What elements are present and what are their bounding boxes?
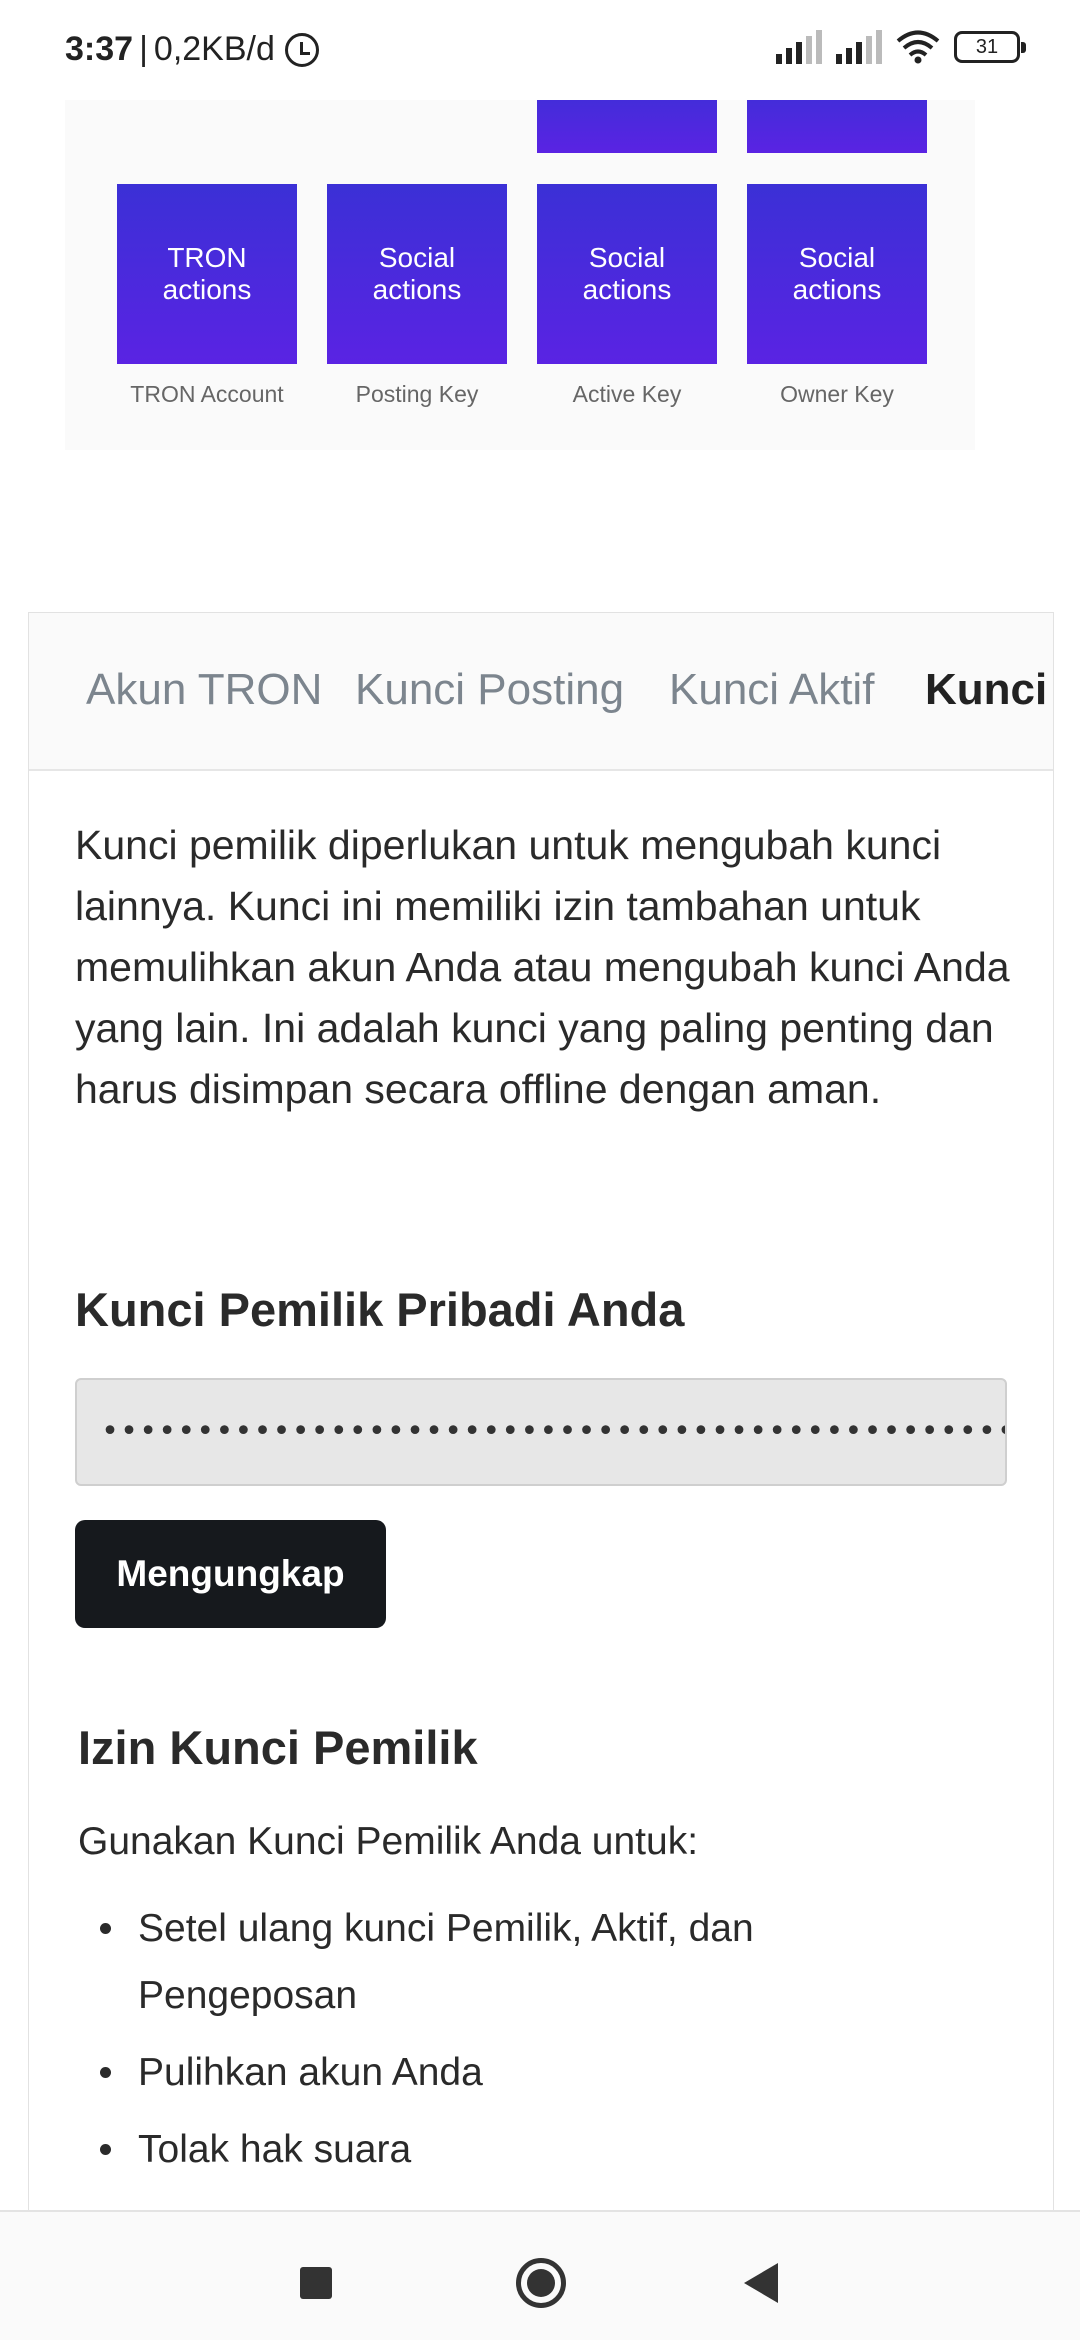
list-item: Setel ulang kunci Pemilik, Aktif, dan Pe… (78, 1895, 878, 2029)
tab-posting-key[interactable]: Kunci Posting (355, 665, 624, 715)
list-item: Pulihkan akun Anda (78, 2039, 878, 2106)
owner-key-description: Kunci pemilik diperlukan untuk mengubah … (75, 822, 1010, 1112)
status-right: 31 (776, 30, 1026, 64)
diagram-box-text: Social actions (372, 242, 462, 305)
permissions-title: Izin Kunci Pemilik (78, 1721, 478, 1774)
diagram-label: TRON Account (130, 381, 284, 407)
battery-level: 31 (975, 36, 999, 58)
tab-owner-key[interactable]: Kunci Pemilik (925, 665, 1053, 715)
reveal-button[interactable]: Mengungkap (75, 1520, 386, 1628)
signal-icon (776, 30, 822, 64)
signal-icon (836, 30, 882, 64)
wifi-icon (896, 30, 940, 64)
clock: 3:37 (65, 30, 134, 68)
permissions-intro: Gunakan Kunci Pemilik Anda untuk: (78, 1820, 699, 1863)
private-key-title: Kunci Pemilik Pribadi Anda (75, 1283, 685, 1336)
diagram-label: Active Key (572, 381, 682, 407)
diagram-box-posting-key: Social actions (327, 184, 507, 364)
diagram-box-owner-key: Social actions (747, 184, 927, 364)
system-nav-bar (0, 2210, 1080, 2340)
diagram-label: Posting Key (355, 381, 479, 407)
diagram-box-active-key: Social actions (537, 184, 717, 364)
list-item: Tolak hak suara (78, 2116, 878, 2183)
status-left: 3:37 | 0,2KB/d (65, 30, 319, 69)
status-separator: | (139, 30, 148, 68)
recent-apps-icon[interactable] (300, 2267, 332, 2299)
diagram-box-text: TRON actions (162, 242, 252, 305)
alarm-icon (284, 32, 319, 67)
home-icon[interactable] (516, 2258, 566, 2308)
back-icon[interactable] (744, 2263, 778, 2303)
diagram-label: Owner Key (780, 381, 894, 407)
diagram-box-text: Social actions (792, 242, 882, 305)
status-bar: 3:37 | 0,2KB/d 31 (0, 0, 1080, 100)
tab-active-key[interactable]: Kunci Aktif (669, 665, 874, 715)
diagram-box-text: Social actions (582, 242, 672, 305)
tab-bar: Akun TRON Kunci Posting Kunci Aktif Kunc… (29, 613, 1053, 771)
battery-icon: 31 (954, 31, 1026, 63)
network-speed: 0,2KB/d (153, 30, 275, 68)
permissions-list: Setel ulang kunci Pemilik, Aktif, dan Pe… (78, 1895, 878, 2193)
diagram-box-tron-account: TRON actions (117, 184, 297, 364)
private-key-field[interactable]: ••••••••••••••••••••••••••••••••••••••••… (75, 1378, 1007, 1486)
tab-tron-account[interactable]: Akun TRON (86, 665, 322, 715)
